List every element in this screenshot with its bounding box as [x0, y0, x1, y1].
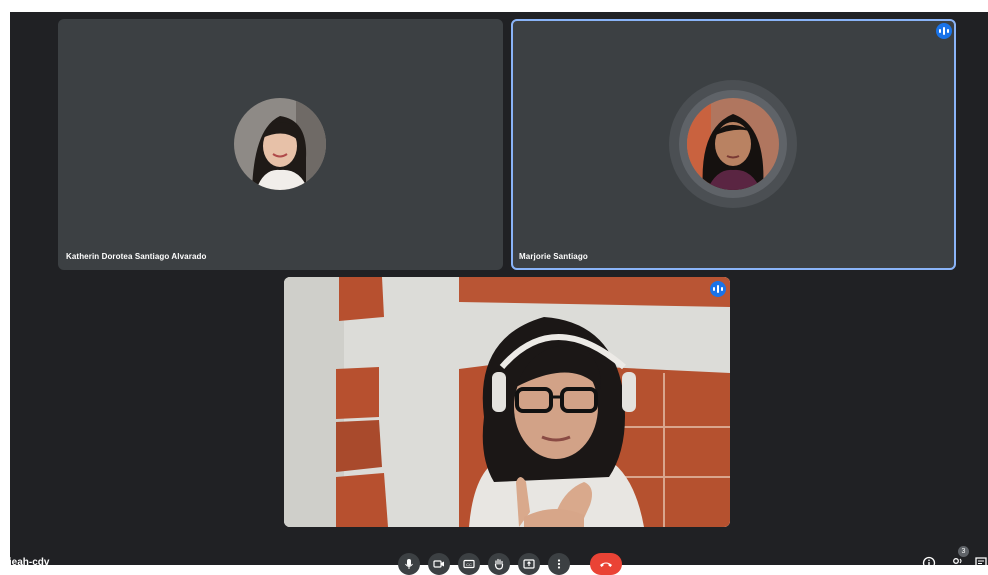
present-icon: [523, 559, 535, 569]
participant-tile-active-speaker[interactable]: Marjorie Santiago: [511, 19, 956, 270]
participant-tile[interactable]: Katherin Dorotea Santiago Alvarado: [58, 19, 503, 270]
people-icon: [951, 558, 962, 569]
speaking-badge-icon: [710, 281, 726, 297]
video-feed: [284, 277, 730, 527]
chat-icon: [975, 557, 987, 570]
captions-icon: CC: [463, 559, 475, 569]
participant-avatar: [234, 98, 326, 190]
chat-button[interactable]: [972, 554, 988, 572]
mic-icon: [405, 559, 413, 569]
raise-hand-button[interactable]: [488, 553, 510, 575]
participant-avatar: [687, 98, 779, 190]
self-video-tile[interactable]: [284, 277, 730, 527]
participant-name: Marjorie Santiago: [519, 252, 588, 261]
meeting-code: v-ieah-cdv: [0, 557, 50, 568]
more-vert-icon: [557, 559, 561, 569]
microphone-button[interactable]: [398, 553, 420, 575]
more-options-button[interactable]: [548, 553, 570, 575]
people-count-badge: 3: [958, 546, 969, 557]
hand-icon: [494, 558, 504, 570]
meeting-details-button[interactable]: [920, 554, 938, 572]
leave-call-button[interactable]: [590, 553, 622, 575]
video-icon: [433, 560, 444, 568]
camera-button[interactable]: [428, 553, 450, 575]
meeting-stage: Katherin Dorotea Santiago Alvarado Marjo…: [0, 12, 988, 575]
speaking-badge-icon: [936, 23, 952, 39]
present-button[interactable]: [518, 553, 540, 575]
info-icon: [922, 556, 936, 570]
captions-button[interactable]: CC: [458, 553, 480, 575]
call-end-icon: [600, 562, 612, 567]
participant-name: Katherin Dorotea Santiago Alvarado: [66, 252, 207, 261]
